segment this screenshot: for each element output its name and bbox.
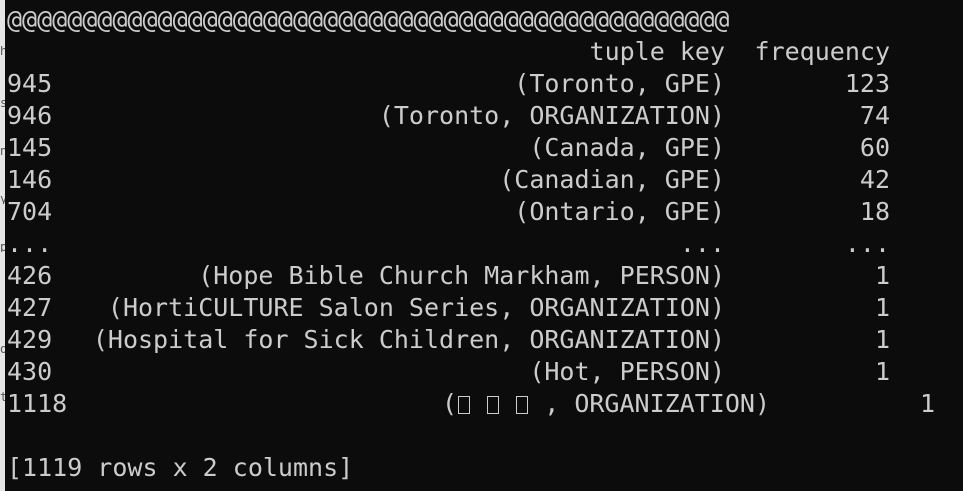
row-tuple-key: (Canada, GPE) (529, 133, 725, 162)
column-header-frequency: frequency (754, 37, 890, 66)
key-open-paren: ( (441, 389, 458, 418)
row-tuple-key: (Hot, PERSON) (529, 357, 725, 386)
row-tuple-key: (Canadian, GPE) (499, 165, 725, 194)
table-row: 946 (Toronto, ORGANIZATION) 74 (5, 100, 963, 132)
row-frequency: 1 (874, 293, 890, 322)
missing-glyph-box (516, 396, 529, 414)
table-row-misaligned: 1118 ( , ORGANIZATION) 1 (5, 388, 963, 420)
row-index: 426 (7, 261, 53, 290)
table-row: 430 (Hot, PERSON) 1 (5, 356, 963, 388)
row-index: 427 (7, 293, 53, 322)
table-row: 704 (Ontario, GPE) 18 (5, 196, 963, 228)
row-tuple-key: (Hope Bible Church Markham, PERSON) (198, 261, 725, 290)
table-row: 146 (Canadian, GPE) 42 (5, 164, 963, 196)
row-frequency: 123 (844, 69, 890, 98)
row-index: 704 (7, 197, 53, 226)
row-index: 429 (7, 325, 53, 354)
row-tuple-key: (Toronto, ORGANIZATION) (378, 101, 725, 130)
row-index: ... (7, 229, 53, 258)
table-row: 945 (Toronto, GPE) 123 (5, 68, 963, 100)
banner-line: @@@@@@@@@@@@@@@@@@@@@@@@@@@@@@@@@@@@@@@@… (7, 5, 730, 34)
row-tuple-key: ... (679, 229, 725, 258)
terminal-output[interactable]: @@@@@@@@@@@@@@@@@@@@@@@@@@@@@@@@@@@@@@@@… (5, 0, 963, 491)
table-row: 429 (Hospital for Sick Children, ORGANIZ… (5, 324, 963, 356)
row-frequency: 1 (874, 357, 890, 386)
row-frequency: 1 (874, 261, 890, 290)
row-index: 946 (7, 101, 53, 130)
table-header-row: tuple key frequency (5, 36, 963, 68)
table-row: 427 (HortiCULTURE Salon Series, ORGANIZA… (5, 292, 963, 324)
column-header-tuple-key: tuple key (589, 37, 725, 66)
missing-glyph-box (458, 396, 471, 414)
row-frequency: 74 (859, 101, 890, 130)
ellipsis-row: ... ... ... (5, 228, 963, 260)
row-tuple-key: (HortiCULTURE Salon Series, ORGANIZATION… (107, 293, 725, 322)
summary-line: [1119 rows x 2 columns] (7, 453, 354, 482)
row-index: 1118 (7, 389, 68, 418)
row-index: 430 (7, 357, 53, 386)
row-frequency: 1 (919, 389, 935, 418)
key-rest: , ORGANIZATION) (529, 389, 770, 418)
row-tuple-key: ( , ORGANIZATION) (442, 388, 770, 420)
row-frequency: 1 (874, 325, 890, 354)
row-tuple-key: (Toronto, GPE) (514, 69, 725, 98)
table-row: 426 (Hope Bible Church Markham, PERSON) … (5, 260, 963, 292)
row-frequency: 18 (859, 197, 890, 226)
row-index: 146 (7, 165, 53, 194)
row-index: 945 (7, 69, 53, 98)
row-index: 145 (7, 133, 53, 162)
row-frequency: 42 (859, 165, 890, 194)
table-row: 145 (Canada, GPE) 60 (5, 132, 963, 164)
missing-glyph-box (487, 396, 500, 414)
row-tuple-key: (Hospital for Sick Children, ORGANIZATIO… (92, 325, 725, 354)
row-frequency: 60 (859, 133, 890, 162)
row-tuple-key: (Ontario, GPE) (514, 197, 725, 226)
row-frequency: ... (844, 229, 890, 258)
